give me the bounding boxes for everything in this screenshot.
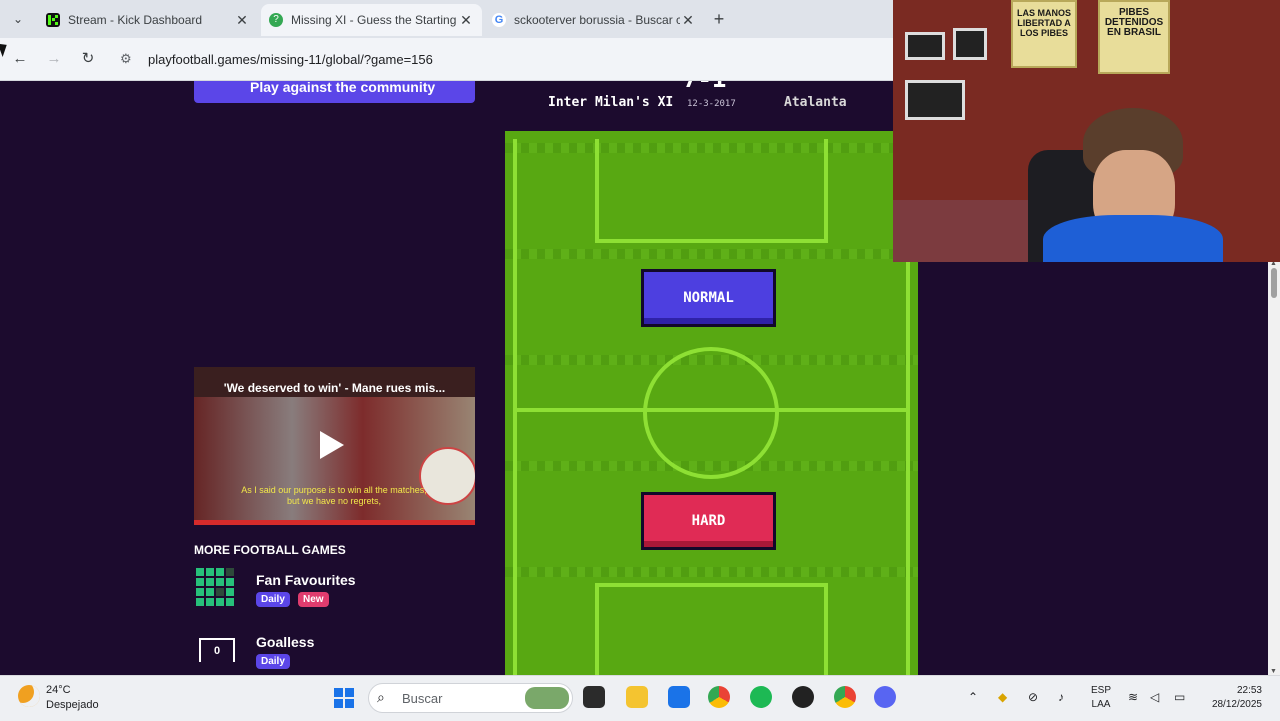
battery-icon[interactable]: ▭ bbox=[1174, 690, 1185, 704]
close-tab-icon[interactable]: ✕ bbox=[680, 12, 696, 29]
close-tab-icon[interactable]: ✕ bbox=[458, 12, 474, 29]
taskbar-search[interactable]: ⌕ Buscar bbox=[368, 683, 573, 713]
away-team-name: Atalanta bbox=[784, 95, 847, 110]
weather-moon-icon[interactable] bbox=[18, 685, 40, 707]
photo-frame bbox=[953, 28, 987, 60]
weather-description[interactable]: Despejado bbox=[46, 699, 99, 711]
normal-difficulty-button[interactable]: NORMAL bbox=[641, 269, 776, 327]
normal-label: NORMAL bbox=[683, 290, 734, 306]
taskbar: 24°C Despejado ⌕ Buscar ⌃ ◆ ⊘ ♪ ESP LAA … bbox=[0, 675, 1280, 721]
poster-right: PIBES DETENIDOS EN BRASIL bbox=[1098, 0, 1170, 74]
chrome-icon[interactable] bbox=[708, 686, 730, 708]
webcam-overlay: LAS MANOS LIBERTAD A LOS PIBES PIBES DET… bbox=[893, 0, 1280, 262]
hard-difficulty-button[interactable]: HARD bbox=[641, 492, 776, 550]
volume-icon[interactable]: ◁ bbox=[1150, 690, 1159, 704]
search-highlight-image bbox=[525, 687, 569, 709]
hard-label: HARD bbox=[691, 513, 726, 529]
bed-graphic bbox=[893, 200, 1033, 262]
site-settings-icon[interactable]: ⚙ bbox=[120, 51, 138, 67]
game-fan-favourites[interactable]: Fan Favourites Daily New bbox=[194, 568, 484, 612]
video-headline: 'We deserved to win' - Mane rues mis... bbox=[223, 381, 446, 395]
video-progress-bar[interactable] bbox=[194, 520, 475, 525]
goal-icon: 0 bbox=[196, 630, 238, 674]
poster-left: LAS MANOS LIBERTAD A LOS PIBES bbox=[1011, 0, 1077, 68]
clock-date: 28/12/2025 bbox=[1211, 699, 1262, 710]
play-against-community-button[interactable]: Play against the community bbox=[194, 81, 475, 103]
app-icon[interactable] bbox=[792, 686, 814, 708]
tab-strip: ⌄ Stream - Kick Dashboard ✕ ? Missing XI… bbox=[0, 0, 893, 38]
microphone-icon[interactable]: ♪ bbox=[1058, 690, 1064, 704]
show-hidden-icons-icon[interactable]: ⌃ bbox=[968, 690, 978, 704]
browser-chrome: ⌄ Stream - Kick Dashboard ✕ ? Missing XI… bbox=[0, 0, 893, 81]
home-team-name: Inter Milan's XI bbox=[548, 95, 674, 110]
tray-app-icon[interactable]: ◆ bbox=[998, 690, 1007, 704]
reload-icon[interactable]: ↻ bbox=[77, 48, 99, 70]
windows-start-icon[interactable] bbox=[334, 688, 354, 708]
tray-sync-icon[interactable]: ⊘ bbox=[1028, 690, 1038, 704]
tab-kick-dashboard[interactable]: Stream - Kick Dashboard ✕ bbox=[38, 4, 258, 36]
system-clock[interactable]: 22:53 28/12/2025 bbox=[1202, 684, 1262, 712]
community-button-label: Play against the community bbox=[250, 81, 436, 95]
game-name[interactable]: Goalless bbox=[256, 634, 314, 650]
tab-title: Missing XI - Guess the Starting bbox=[291, 13, 457, 27]
daily-badge: Daily bbox=[256, 592, 290, 607]
daily-badge: Daily bbox=[256, 654, 290, 669]
play-icon[interactable] bbox=[320, 431, 344, 459]
task-view-icon[interactable] bbox=[583, 686, 605, 708]
wifi-icon[interactable]: ≋ bbox=[1128, 690, 1138, 704]
tab-title: Stream - Kick Dashboard bbox=[68, 13, 203, 27]
close-tab-icon[interactable]: ✕ bbox=[234, 12, 250, 29]
page-scrollbar[interactable]: ▲ ▼ bbox=[1268, 260, 1280, 675]
language-code: ESP bbox=[1091, 685, 1112, 696]
weather-temperature[interactable]: 24°C bbox=[46, 684, 71, 696]
more-games-heading: MORE FOOTBALL GAMES bbox=[194, 543, 346, 557]
missing-xi-favicon-icon: ? bbox=[269, 13, 283, 27]
google-favicon-icon: G bbox=[492, 13, 506, 27]
scoreboard: 7-1 Inter Milan's XI 12-3-2017 Atalanta bbox=[505, 81, 905, 119]
person-shirt bbox=[1043, 215, 1223, 262]
game-goalless[interactable]: 0 Goalless Daily bbox=[194, 630, 484, 674]
discord-icon[interactable] bbox=[874, 686, 896, 708]
search-icon: ⌕ bbox=[377, 689, 385, 705]
new-badge: New bbox=[298, 592, 329, 607]
game-name[interactable]: Fan Favourites bbox=[256, 572, 356, 588]
taskbar-search-placeholder: Buscar bbox=[402, 691, 443, 706]
tab-missing-xi[interactable]: ? Missing XI - Guess the Starting ✕ bbox=[261, 4, 482, 36]
address-bar[interactable]: ⚙ playfootball.games/missing-11/global/?… bbox=[110, 45, 890, 73]
scrollbar-thumb[interactable] bbox=[1271, 268, 1277, 298]
match-score: 7-1 bbox=[683, 81, 726, 93]
video-subtitle: As I said our purpose is to win all the … bbox=[241, 485, 427, 506]
clock-time: 22:53 bbox=[1236, 685, 1262, 696]
video-player[interactable]: 'We deserved to win' - Mane rues mis... … bbox=[194, 367, 475, 525]
tab-search-menu-icon[interactable]: ⌄ bbox=[6, 8, 30, 30]
outlook-icon[interactable] bbox=[668, 686, 690, 708]
keyboard-layout: LAA bbox=[1091, 699, 1111, 710]
grid-icon bbox=[196, 568, 238, 612]
match-date: 12-3-2017 bbox=[687, 99, 736, 109]
back-icon[interactable]: ← bbox=[9, 48, 31, 70]
url-text[interactable]: playfootball.games/missing-11/global/?ga… bbox=[148, 52, 433, 67]
photo-frame bbox=[905, 80, 965, 120]
spotify-icon[interactable] bbox=[750, 686, 772, 708]
file-explorer-icon[interactable] bbox=[626, 686, 648, 708]
chrome-profile-icon[interactable] bbox=[834, 686, 856, 708]
football-pitch bbox=[505, 131, 918, 675]
scroll-down-icon[interactable]: ▼ bbox=[1270, 668, 1277, 675]
tab-title: sckooterver borussia - Buscar c bbox=[514, 13, 680, 27]
language-indicator[interactable]: ESP LAA bbox=[1091, 684, 1111, 712]
tab-google-search[interactable]: G sckooterver borussia - Buscar c ✕ bbox=[484, 4, 704, 36]
photo-frame bbox=[905, 32, 945, 60]
goal-icon-number: 0 bbox=[199, 638, 235, 662]
new-tab-button[interactable]: + bbox=[708, 8, 730, 30]
kick-favicon-icon bbox=[46, 13, 60, 27]
forward-icon[interactable]: → bbox=[43, 48, 65, 70]
